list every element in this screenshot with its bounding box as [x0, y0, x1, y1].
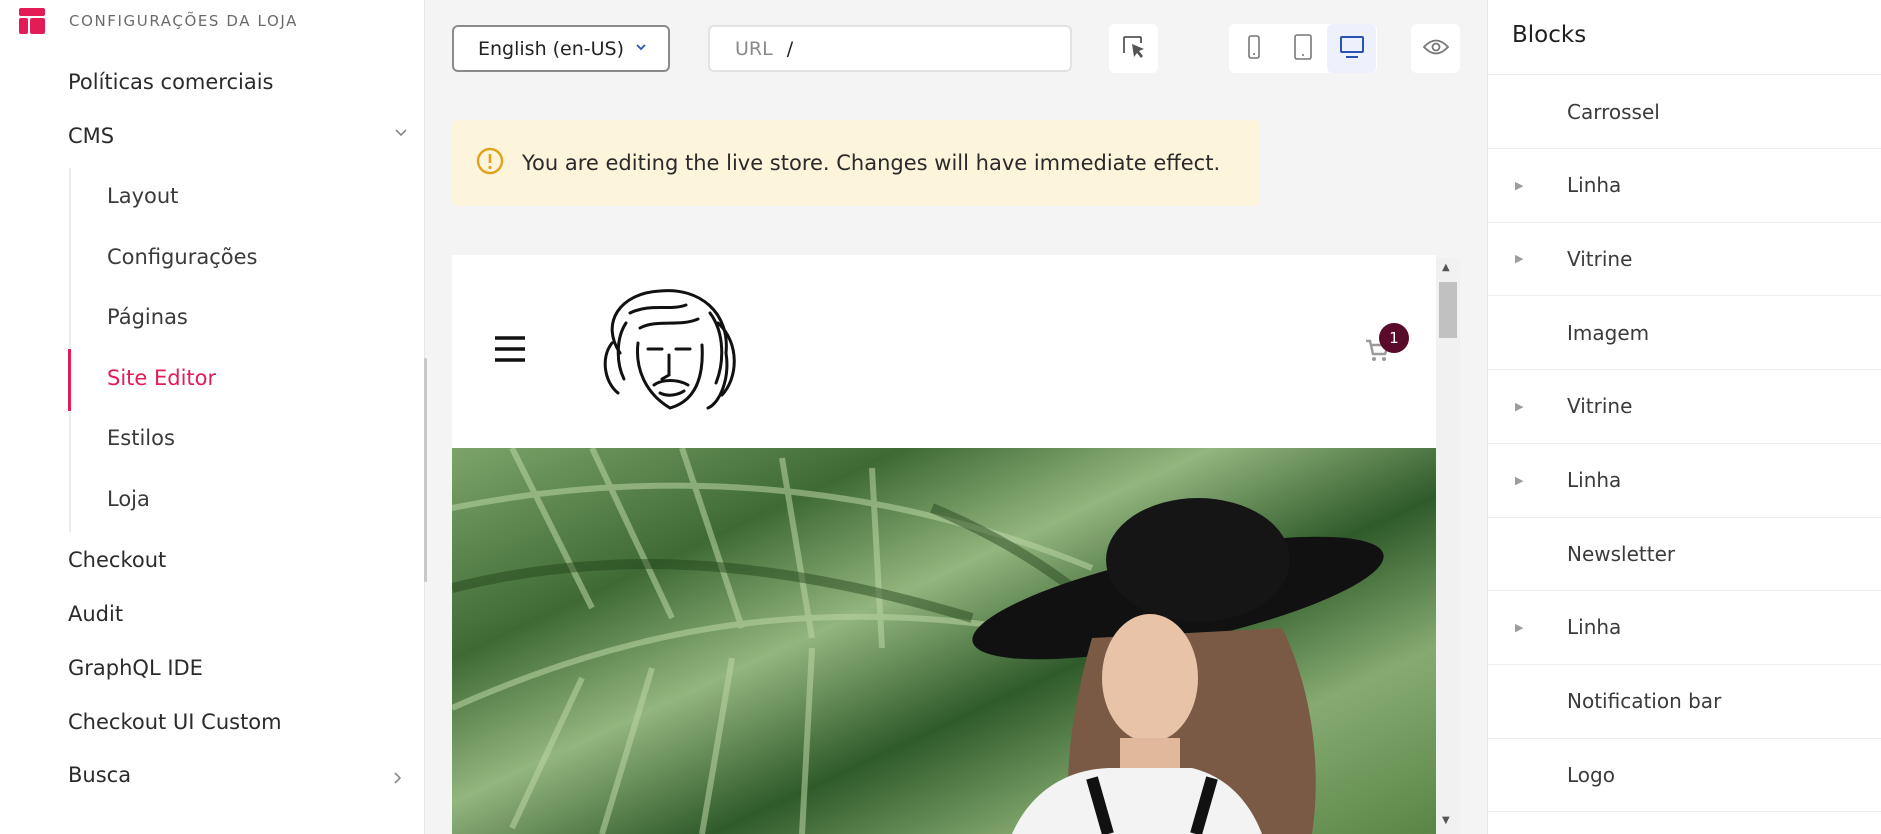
locale-select-value: English (en-US) [478, 37, 625, 60]
sidebar-section-title: CONFIGURAÇÕES DA LOJA [69, 12, 298, 30]
tablet-icon [1292, 33, 1314, 65]
sidebar-header: CONFIGURAÇÕES DA LOJA [19, 8, 298, 34]
sidebar-item-audit[interactable]: Audit [68, 602, 123, 626]
url-label: URL [735, 37, 773, 60]
expand-arrow-icon[interactable]: ▶ [1515, 400, 1523, 413]
warning-icon [476, 147, 504, 179]
block-item[interactable]: Imagem [1488, 296, 1881, 371]
chevron-down-icon [634, 40, 648, 58]
block-item[interactable]: ▶ Linha [1488, 444, 1881, 518]
sidebar-item-checkout-ui-custom[interactable]: Checkout UI Custom [68, 710, 282, 734]
select-element-button[interactable] [1109, 24, 1158, 73]
sidebar-subitem-configuracoes[interactable]: Configurações [107, 245, 257, 269]
block-item[interactable]: ▶ Linha [1488, 591, 1881, 665]
store-logo[interactable] [590, 283, 746, 419]
sidebar-subitem-paginas[interactable]: Páginas [107, 305, 188, 329]
locale-select[interactable]: English (en-US) [452, 25, 670, 72]
block-item-label: Newsletter [1567, 541, 1676, 566]
store-settings-icon [19, 8, 45, 34]
live-store-warning: You are editing the live store. Changes … [452, 120, 1260, 206]
warning-message: You are editing the live store. Changes … [522, 151, 1221, 175]
sidebar-subitem-site-editor[interactable]: Site Editor [107, 366, 216, 390]
block-item-label: Imagem [1567, 320, 1650, 345]
sidebar: CONFIGURAÇÕES DA LOJA Políticas comercia… [0, 0, 427, 834]
hero-illustration [452, 448, 1384, 834]
sidebar-scrollbar[interactable] [424, 358, 427, 582]
sidebar-item-politicas-comerciais[interactable]: Políticas comerciais [68, 70, 274, 94]
mobile-icon [1246, 34, 1262, 64]
device-switcher [1229, 24, 1377, 73]
eye-icon [1422, 37, 1450, 61]
block-item-label: Linha [1567, 468, 1622, 492]
block-item-label: Vitrine [1567, 394, 1633, 419]
blocks-panel-title: Blocks [1488, 0, 1881, 75]
block-item-label: Vitrine [1567, 246, 1633, 271]
url-value[interactable]: / [787, 38, 793, 60]
chevron-down-icon[interactable] [393, 124, 409, 144]
desktop-icon [1338, 34, 1366, 64]
preview-scrollbar-thumb[interactable] [1439, 282, 1457, 338]
device-desktop-button[interactable] [1327, 24, 1376, 73]
block-item-label: Notification bar [1567, 689, 1722, 714]
store-header: 1 [452, 255, 1436, 448]
block-item-label: Linha [1567, 615, 1622, 640]
scroll-up-arrow-icon[interactable]: ▲ [1442, 262, 1450, 273]
sidebar-item-busca[interactable]: Busca [68, 763, 131, 787]
expand-arrow-icon[interactable]: ▶ [1515, 252, 1523, 265]
sidebar-item-checkout[interactable]: Checkout [68, 548, 166, 572]
active-indicator [68, 349, 71, 411]
scroll-down-arrow-icon[interactable]: ▼ [1442, 815, 1450, 826]
hero-banner-image[interactable] [452, 448, 1436, 834]
device-mobile-button[interactable] [1229, 24, 1278, 73]
block-item-label: Logo [1567, 762, 1615, 787]
sidebar-item-cms[interactable]: CMS [68, 124, 114, 148]
sidebar-subitem-loja[interactable]: Loja [107, 487, 150, 511]
chevron-right-icon[interactable] [389, 770, 405, 790]
preview-button[interactable] [1411, 24, 1460, 73]
blocks-panel: Blocks Carrossel ▶ Linha ▶ Vitrine Imagem ▶ Vit… [1487, 0, 1881, 834]
block-item[interactable]: ▶ Linha [1488, 149, 1881, 223]
block-item[interactable]: ▶ Vitrine [1488, 222, 1881, 297]
url-input[interactable]: URL / [708, 25, 1072, 72]
store-preview[interactable]: 1 [452, 255, 1436, 834]
preview-scrollbar[interactable]: ▲ ▼ [1436, 258, 1460, 834]
block-item[interactable]: ▶ Vitrine [1488, 370, 1881, 444]
expand-arrow-icon[interactable]: ▶ [1515, 621, 1523, 634]
device-tablet-button[interactable] [1278, 24, 1327, 73]
sidebar-subitem-estilos[interactable]: Estilos [107, 426, 175, 450]
hamburger-menu-icon[interactable] [493, 335, 527, 367]
sidebar-subitem-layout[interactable]: Layout [107, 184, 178, 208]
block-item[interactable]: Carrossel [1488, 75, 1881, 149]
block-item-label: Carrossel [1567, 99, 1660, 124]
block-item[interactable]: Logo [1488, 738, 1881, 813]
block-item[interactable]: Notification bar [1488, 665, 1881, 739]
block-item-label: Linha [1567, 173, 1622, 198]
block-item[interactable]: Newsletter [1488, 517, 1881, 592]
expand-arrow-icon[interactable]: ▶ [1515, 179, 1523, 192]
cart-count-badge: 1 [1379, 323, 1409, 353]
expand-arrow-icon[interactable]: ▶ [1515, 474, 1523, 487]
sidebar-item-graphql-ide[interactable]: GraphQL IDE [68, 656, 203, 680]
cursor-select-icon [1120, 33, 1148, 65]
